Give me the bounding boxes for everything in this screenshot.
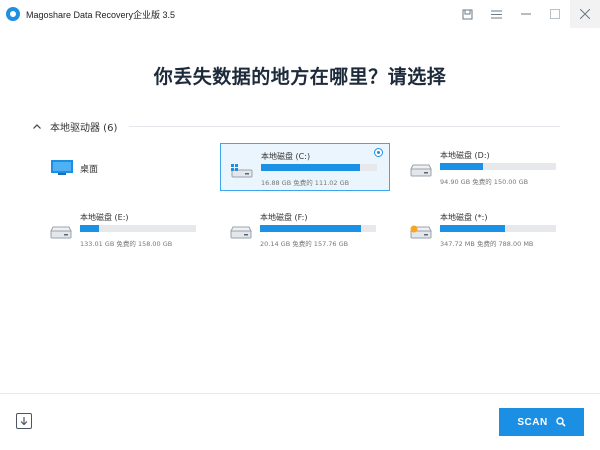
drive-card-d[interactable]: 本地磁盘 (D:) 94.90 GB 免费的 150.00 GB xyxy=(400,143,570,191)
drive-size: 20.14 GB 免费的 157.76 GB xyxy=(260,240,349,248)
page-title: 你丢失数据的地方在哪里？请选择 xyxy=(153,66,447,88)
drive-name: 本地磁盘 (F:) xyxy=(260,213,308,222)
search-icon xyxy=(555,417,566,427)
usage-bar-fill xyxy=(440,163,483,170)
export-results-button[interactable] xyxy=(16,413,32,429)
menu-icon[interactable] xyxy=(481,0,511,28)
drive-size: 347.72 MB 免费的 788.00 MB xyxy=(440,240,534,248)
drive-name: 本地磁盘 (C:) xyxy=(261,152,311,161)
drive-icon xyxy=(230,226,252,239)
usage-bar xyxy=(260,225,376,232)
drive-card-e[interactable]: 本地磁盘 (E:) 133.01 GB 免费的 158.00 GB xyxy=(40,205,210,253)
selected-radio-icon[interactable] xyxy=(374,148,383,157)
windows-drive-icon xyxy=(231,164,253,178)
close-icon[interactable] xyxy=(570,0,600,28)
drive-size: 133.01 GB 免费的 158.00 GB xyxy=(80,240,173,248)
app-logo-icon xyxy=(6,7,20,21)
drive-name: 本地磁盘 (E:) xyxy=(80,213,129,222)
usage-bar-fill xyxy=(440,225,505,232)
usage-bar xyxy=(261,164,377,171)
drive-size: 94.90 GB 免费的 150.00 GB xyxy=(440,178,529,186)
usage-bar xyxy=(440,163,556,170)
download-icon xyxy=(20,417,28,426)
scan-button[interactable]: SCAN xyxy=(499,408,584,436)
bookmark-icon[interactable] xyxy=(452,0,482,28)
drive-icon xyxy=(410,164,432,177)
drive-size: 16.88 GB 免费的 111.02 GB xyxy=(261,179,350,187)
drive-card-unknown[interactable]: 本地磁盘 (*:) 347.72 MB 免费的 788.00 MB xyxy=(400,205,570,253)
section-divider xyxy=(129,125,560,127)
maximize-icon[interactable] xyxy=(540,0,570,28)
drive-icon xyxy=(50,226,72,239)
desktop-icon xyxy=(51,160,73,175)
location-desktop[interactable]: 桌面 xyxy=(40,143,210,191)
drive-card-f[interactable]: 本地磁盘 (F:) 20.14 GB 免费的 157.76 GB xyxy=(220,205,390,253)
chevron-up-icon[interactable] xyxy=(32,121,42,131)
window-title: Magoshare Data Recovery企业版 3.5 xyxy=(26,10,176,20)
drive-name: 本地磁盘 (D:) xyxy=(440,151,490,160)
usage-bar xyxy=(80,225,196,232)
usage-bar-fill xyxy=(261,164,360,171)
title-bar: Magoshare Data Recovery企业版 3.5 xyxy=(0,0,600,28)
location-label: 桌面 xyxy=(80,165,99,175)
local-drives-section-header[interactable]: 本地驱动器 (6) xyxy=(32,119,560,134)
footer-divider xyxy=(0,393,600,394)
drive-card-c[interactable]: 本地磁盘 (C:) 16.88 GB 免费的 111.02 GB xyxy=(220,143,390,191)
usage-bar xyxy=(440,225,556,232)
section-label: 本地驱动器 (6) xyxy=(50,122,118,134)
usage-bar-fill xyxy=(260,225,361,232)
minimize-icon[interactable] xyxy=(511,0,541,28)
unknown-drive-icon xyxy=(410,225,432,239)
usage-bar-fill xyxy=(80,225,99,232)
drive-name: 本地磁盘 (*:) xyxy=(440,213,488,222)
scan-label: SCAN xyxy=(517,416,548,428)
